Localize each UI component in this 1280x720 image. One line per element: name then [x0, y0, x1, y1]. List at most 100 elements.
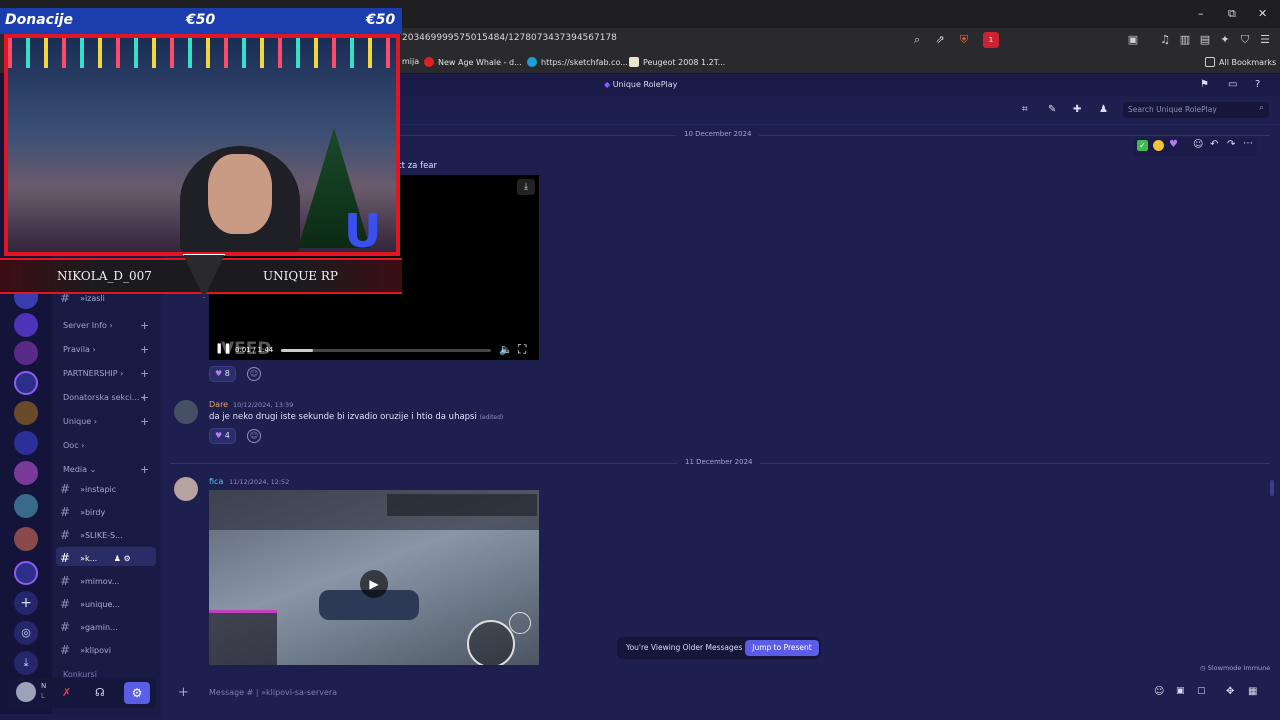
category-media[interactable]: Media ⌄ — [63, 465, 96, 474]
flag-icon[interactable]: ⚑ — [1200, 79, 1209, 90]
sticker-icon[interactable]: ▢ — [1197, 686, 1206, 696]
server-icon[interactable] — [14, 401, 38, 425]
gif-icon[interactable]: ▣ — [1176, 686, 1185, 696]
bookmark-whale[interactable]: New Age Whale - d... — [424, 57, 522, 67]
threads-icon[interactable]: ⌗ — [1022, 104, 1028, 115]
pin-icon[interactable]: ✚ — [1073, 104, 1081, 115]
channel-instapic[interactable]: # »instapic — [60, 482, 116, 496]
category-unique[interactable]: Unique › — [63, 417, 97, 426]
gaming-server-icon[interactable] — [14, 461, 38, 485]
menu-icon[interactable]: ☰ — [1258, 33, 1272, 47]
bookmark-sketchfab[interactable]: https://sketchfab.co... — [527, 57, 628, 67]
channel-slike[interactable]: # »SLIKE-S... — [60, 528, 123, 542]
channel-birdy[interactable]: # »birdy — [60, 505, 105, 519]
all-bookmarks[interactable]: All Bookmarks — [1205, 57, 1276, 67]
heart-reaction-icon[interactable]: ♥ — [1169, 139, 1178, 150]
gift-icon[interactable]: ▦ — [1248, 686, 1257, 697]
category-partnership[interactable]: PARTNERSHIP › — [63, 369, 123, 378]
invite-icon[interactable]: ♟ — [114, 554, 121, 563]
page-icon — [629, 57, 639, 67]
webcam-frame: U — [4, 34, 400, 256]
video-thumbnail[interactable]: ▶ — [209, 490, 539, 665]
settings-gear-icon[interactable]: ⚙ — [123, 554, 130, 563]
add-channel-icon[interactable]: + — [140, 391, 149, 404]
server-icon[interactable] — [14, 313, 38, 337]
ai-icon[interactable]: ☺ — [1154, 686, 1164, 697]
help-icon[interactable]: ? — [1255, 79, 1260, 90]
server-icon[interactable] — [14, 341, 38, 365]
jump-to-present-button[interactable]: Jump to Present — [745, 640, 819, 656]
vpn-icon[interactable]: ⛉ — [1238, 33, 1252, 47]
bookmark-peugeot[interactable]: Peugeot 2008 1.2T... — [629, 57, 725, 67]
check-reaction-icon[interactable]: ✓ — [1137, 140, 1148, 151]
member-list-icon[interactable]: ♟ — [1099, 104, 1108, 115]
download-icon[interactable]: ⤓ — [517, 179, 535, 195]
emoji-reaction-icon[interactable] — [1153, 140, 1164, 151]
avatar[interactable] — [174, 477, 198, 501]
scrollbar-thumb[interactable] — [1270, 480, 1274, 496]
restore-button[interactable]: ⧉ — [1228, 7, 1236, 21]
notifications-off-icon[interactable]: ✎ — [1048, 104, 1056, 115]
add-channel-icon[interactable]: + — [140, 343, 149, 356]
attach-plus-icon[interactable]: + — [178, 685, 189, 700]
add-server-icon[interactable]: + — [14, 591, 38, 615]
category-pravila[interactable]: Pravila › — [63, 345, 96, 354]
channel-unique[interactable]: # »unique... — [60, 597, 120, 611]
add-reaction-icon[interactable]: ☺ — [247, 367, 261, 381]
server-icon[interactable] — [14, 431, 38, 455]
close-button[interactable]: ✕ — [1258, 7, 1267, 20]
headphones-icon[interactable]: ☊ — [95, 686, 105, 699]
search-input[interactable]: Search Unique RolePlay ⌕ — [1123, 102, 1269, 118]
rewards-badge[interactable]: 1 — [983, 32, 999, 48]
add-reaction-icon[interactable]: ☺ — [247, 429, 261, 443]
download-icon[interactable]: ⤓ — [14, 651, 38, 675]
channel-klipovi-sa-servera[interactable]: # »k... ♟ ⚙ — [60, 551, 131, 565]
forward-icon[interactable]: ↷ — [1227, 139, 1235, 150]
volume-icon[interactable]: 🔈 — [499, 343, 513, 356]
seek-bar[interactable] — [281, 349, 491, 352]
server-icon[interactable] — [14, 494, 38, 518]
heart-reaction[interactable]: ♥ 8 — [209, 366, 236, 382]
more-icon[interactable]: ⋯ — [1243, 138, 1253, 149]
unique-server-icon[interactable] — [14, 561, 38, 585]
category-ooc[interactable]: Ooc › — [63, 441, 84, 450]
heart-reaction[interactable]: ♥ 4 — [209, 428, 236, 444]
avatar[interactable] — [16, 682, 36, 702]
channel-klipovi[interactable]: # »klipovi — [60, 643, 111, 657]
address-bar[interactable]: 203469999575015484/1278073437394567178 — [402, 33, 617, 43]
leo-icon[interactable]: ✦ — [1218, 33, 1232, 47]
reply-icon[interactable]: ↶ — [1210, 139, 1218, 150]
sidebar-icon[interactable]: ▣ — [1126, 33, 1140, 47]
share-icon[interactable]: ⇗ — [933, 33, 947, 47]
server-icon[interactable] — [14, 527, 38, 551]
add-channel-icon[interactable]: + — [140, 463, 149, 476]
brave-shield-icon[interactable]: ⛨ — [957, 33, 971, 47]
fullscreen-icon[interactable]: ⛶ — [518, 342, 526, 357]
add-reaction-icon[interactable]: ☺ — [1193, 139, 1203, 150]
wallet-icon[interactable]: ▤ — [1198, 33, 1212, 47]
reader-icon[interactable]: ▥ — [1178, 33, 1192, 47]
hash-icon: # — [60, 574, 71, 588]
inbox-icon[interactable]: ▭ — [1228, 79, 1237, 90]
zoom-icon[interactable]: ⌕ — [910, 33, 924, 47]
add-channel-icon[interactable]: + — [140, 415, 149, 428]
music-icon[interactable]: ♫ — [1158, 33, 1172, 47]
channel-mimovi[interactable]: # »mimov... — [60, 574, 119, 588]
category-donatorska[interactable]: Donatorska sekci... › — [63, 393, 145, 402]
add-channel-icon[interactable]: + — [140, 367, 149, 380]
avatar[interactable] — [174, 400, 198, 424]
channel-gaming[interactable]: # »gamin... — [60, 620, 118, 634]
message-author[interactable]: Dare — [209, 400, 228, 409]
category-server-info[interactable]: Server Info › — [63, 321, 113, 330]
add-channel-icon[interactable]: + — [140, 319, 149, 332]
play-icon[interactable]: ▶ — [360, 570, 388, 598]
bookmark-mija[interactable]: mija — [402, 57, 419, 66]
message-input[interactable]: Message # | »klipovi-sa-servera — [209, 688, 337, 697]
message-author[interactable]: fica — [209, 477, 223, 486]
apps-icon[interactable]: ✥ — [1226, 686, 1234, 697]
user-settings-gear-icon[interactable]: ⚙ — [124, 682, 150, 704]
mute-mic-icon[interactable]: ✗ — [62, 686, 71, 699]
unique-server-icon[interactable] — [14, 371, 38, 395]
minimize-button[interactable]: – — [1198, 7, 1204, 20]
discover-icon[interactable]: ◎ — [14, 621, 38, 645]
